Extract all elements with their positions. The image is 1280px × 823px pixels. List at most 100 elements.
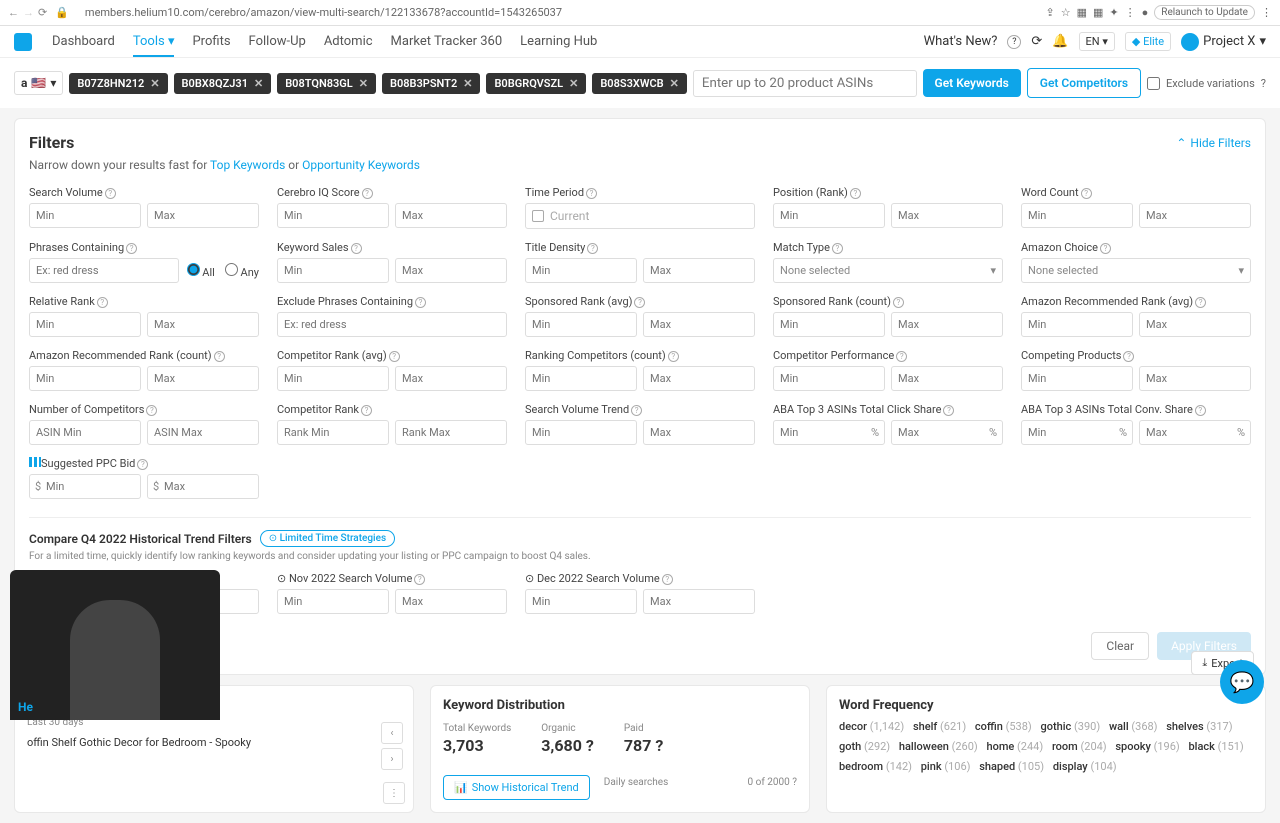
- competing-products-min[interactable]: [1021, 366, 1133, 391]
- position-rank-max[interactable]: [891, 203, 1003, 228]
- sponsored-rank-count-max[interactable]: [891, 312, 1003, 337]
- sponsored-rank-avg-max[interactable]: [643, 312, 755, 337]
- profile-icon[interactable]: ●: [1142, 6, 1149, 19]
- bell-icon[interactable]: 🔔: [1052, 34, 1068, 49]
- refresh-icon[interactable]: ⟳: [1031, 34, 1042, 49]
- marketplace-selector[interactable]: a 🇺🇸 ▾: [14, 71, 63, 95]
- sv-trend-max[interactable]: [643, 420, 755, 445]
- ranking-comp-count-min[interactable]: [525, 366, 637, 391]
- prev-product-button[interactable]: ‹: [381, 722, 403, 744]
- comp-perf-min[interactable]: [773, 366, 885, 391]
- amz-rec-rank-count-max[interactable]: [147, 366, 259, 391]
- more-icon[interactable]: ⋮: [383, 782, 405, 804]
- search-volume-max[interactable]: [147, 203, 259, 228]
- aba-conv-max[interactable]: [1139, 420, 1251, 445]
- tab-dashboard[interactable]: Dashboard: [52, 34, 115, 50]
- sponsored-rank-avg-min[interactable]: [525, 312, 637, 337]
- radio-all[interactable]: All: [187, 263, 215, 279]
- cerebro-iq-min[interactable]: [277, 203, 389, 228]
- dec-sv-max[interactable]: [643, 589, 755, 614]
- share-icon[interactable]: ⇪: [1046, 6, 1055, 19]
- opportunity-keywords-link[interactable]: Opportunity Keywords: [302, 158, 420, 172]
- help-icon[interactable]: ?: [1007, 35, 1021, 49]
- ppc-min[interactable]: [29, 474, 141, 499]
- get-competitors-button[interactable]: Get Competitors: [1027, 68, 1141, 98]
- amz-rec-rank-count-min[interactable]: [29, 366, 141, 391]
- show-historical-trend-button[interactable]: 📊 Show Historical Trend: [443, 775, 590, 800]
- tab-followup[interactable]: Follow-Up: [249, 34, 306, 50]
- relaunch-button[interactable]: Relaunch to Update: [1154, 5, 1255, 20]
- tab-profits[interactable]: Profits: [192, 34, 230, 50]
- hide-filters-toggle[interactable]: ⌃ Hide Filters: [1176, 136, 1251, 150]
- amazon-choice-select[interactable]: None selected▾: [1021, 258, 1251, 283]
- clear-button[interactable]: Clear: [1091, 632, 1149, 660]
- word-count-min[interactable]: [1021, 203, 1133, 228]
- tab-learning-hub[interactable]: Learning Hub: [520, 34, 597, 50]
- kebab-icon[interactable]: ⋮: [1261, 6, 1272, 19]
- close-icon[interactable]: ✕: [150, 77, 159, 90]
- title-density-max[interactable]: [643, 258, 755, 283]
- comp-rank-max[interactable]: [395, 420, 507, 445]
- phrases-containing-input[interactable]: [29, 258, 179, 283]
- top-keywords-link[interactable]: Top Keywords: [210, 158, 285, 172]
- ext2-icon[interactable]: ▦: [1093, 6, 1103, 19]
- back-icon[interactable]: ←: [8, 6, 19, 19]
- close-icon[interactable]: ✕: [569, 77, 578, 90]
- close-icon[interactable]: ✕: [254, 77, 263, 90]
- relative-rank-max[interactable]: [147, 312, 259, 337]
- reload-icon[interactable]: ⟳: [38, 6, 47, 19]
- comp-rank-min[interactable]: [277, 420, 389, 445]
- whats-new-link[interactable]: What's New?: [924, 34, 998, 49]
- time-period-select[interactable]: Current: [525, 203, 755, 229]
- sponsored-rank-count-min[interactable]: [773, 312, 885, 337]
- competing-products-max[interactable]: [1139, 366, 1251, 391]
- lang-selector[interactable]: EN ▾: [1079, 32, 1115, 51]
- amz-rec-rank-avg-min[interactable]: [1021, 312, 1133, 337]
- get-keywords-button[interactable]: Get Keywords: [923, 69, 1021, 97]
- tab-market-tracker[interactable]: Market Tracker 360: [391, 34, 503, 50]
- num-competitors-min[interactable]: [29, 420, 141, 445]
- app-logo[interactable]: [14, 33, 32, 51]
- asin-input[interactable]: [693, 70, 917, 97]
- nov-sv-max[interactable]: [395, 589, 507, 614]
- keyword-sales-max[interactable]: [395, 258, 507, 283]
- radio-any[interactable]: Any: [225, 263, 259, 279]
- amz-rec-rank-avg-max[interactable]: [1139, 312, 1251, 337]
- aba-click-max[interactable]: [891, 420, 1003, 445]
- limited-strategies-badge[interactable]: ⊙ Limited Time Strategies: [260, 530, 395, 547]
- num-competitors-max[interactable]: [147, 420, 259, 445]
- exclude-variations-checkbox[interactable]: Exclude variations ?: [1147, 77, 1266, 90]
- cerebro-iq-max[interactable]: [395, 203, 507, 228]
- comp-rank-avg-max[interactable]: [395, 366, 507, 391]
- word-count-max[interactable]: [1139, 203, 1251, 228]
- star-icon[interactable]: ☆: [1061, 6, 1071, 19]
- comp-rank-avg-min[interactable]: [277, 366, 389, 391]
- close-icon[interactable]: ✕: [359, 77, 368, 90]
- project-selector[interactable]: Project X ▾: [1181, 33, 1266, 51]
- forward-icon[interactable]: →: [23, 6, 34, 19]
- comp-perf-max[interactable]: [891, 366, 1003, 391]
- close-icon[interactable]: ✕: [670, 77, 679, 90]
- keyword-sales-min[interactable]: [277, 258, 389, 283]
- nov-sv-min[interactable]: [277, 589, 389, 614]
- plan-badge[interactable]: ◆ Elite: [1125, 32, 1171, 51]
- tab-adtomic[interactable]: Adtomic: [324, 34, 373, 50]
- relative-rank-min[interactable]: [29, 312, 141, 337]
- ppc-max[interactable]: [147, 474, 259, 499]
- dec-sv-min[interactable]: [525, 589, 637, 614]
- aba-conv-min[interactable]: [1021, 420, 1133, 445]
- sv-trend-min[interactable]: [525, 420, 637, 445]
- title-density-min[interactable]: [525, 258, 637, 283]
- position-rank-min[interactable]: [773, 203, 885, 228]
- close-icon[interactable]: ✕: [463, 77, 472, 90]
- tab-tools[interactable]: Tools ▾: [133, 34, 175, 57]
- ranking-comp-count-max[interactable]: [643, 366, 755, 391]
- puzzle-icon[interactable]: ✦: [1109, 6, 1118, 19]
- aba-click-min[interactable]: [773, 420, 885, 445]
- next-product-button[interactable]: ›: [381, 748, 403, 770]
- match-type-select[interactable]: None selected▾: [773, 258, 1003, 283]
- menu-icon[interactable]: ⋮: [1125, 6, 1136, 19]
- url-bar[interactable]: members.helium10.com/cerebro/amazon/view…: [77, 4, 1038, 21]
- search-volume-min[interactable]: [29, 203, 141, 228]
- exclude-phrases-input[interactable]: [277, 312, 507, 337]
